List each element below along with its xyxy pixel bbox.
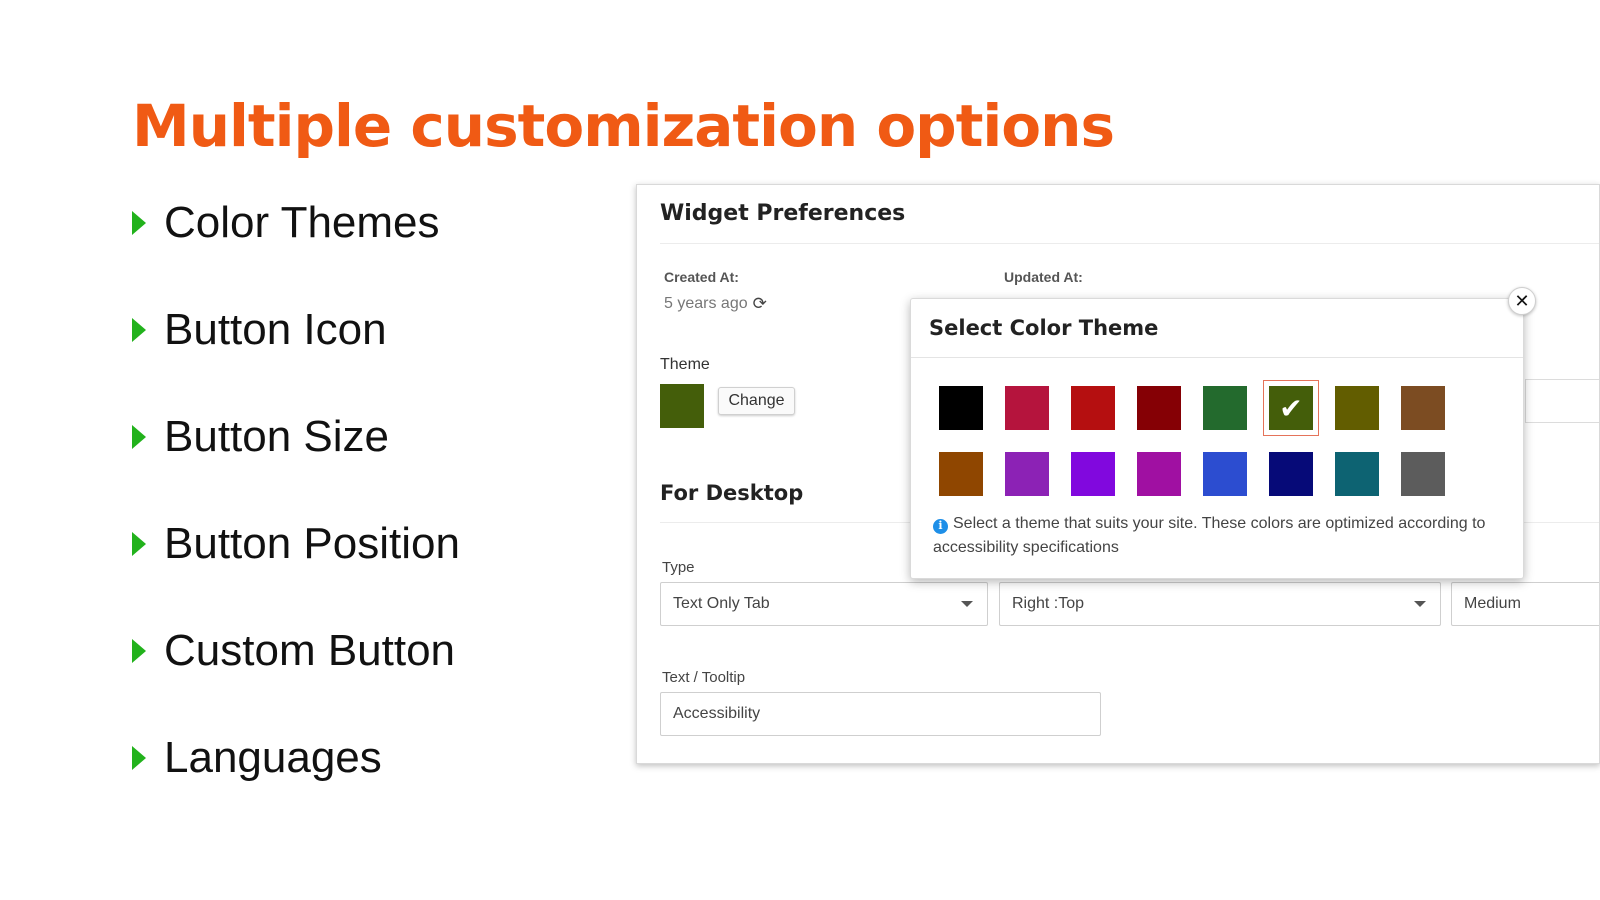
color-swatch[interactable] bbox=[1203, 452, 1247, 496]
feature-list: Color Themes Button Icon Button Size But… bbox=[132, 193, 460, 835]
info-icon: i bbox=[933, 518, 948, 534]
color-swatch[interactable] bbox=[1335, 452, 1379, 496]
position-select-value: Right :Top bbox=[1012, 595, 1085, 612]
color-swatch[interactable] bbox=[1401, 452, 1445, 496]
refresh-icon[interactable]: ⟳ bbox=[753, 294, 767, 314]
triangle-bullet-icon bbox=[132, 318, 146, 342]
feature-item-languages: Languages bbox=[132, 728, 460, 788]
color-swatch[interactable] bbox=[1005, 386, 1049, 430]
caret-down-icon bbox=[961, 601, 973, 607]
feature-item-button-icon: Button Icon bbox=[132, 300, 460, 360]
color-theme-modal: Select Color Theme ✔ i Select a theme tha… bbox=[910, 298, 1524, 579]
created-at-text: 5 years ago bbox=[664, 295, 748, 312]
color-swatch[interactable] bbox=[1269, 452, 1313, 496]
color-swatch[interactable] bbox=[1005, 452, 1049, 496]
feature-label: Button Size bbox=[164, 412, 390, 461]
type-label: Type bbox=[662, 559, 695, 576]
page-headline: Multiple customization options bbox=[132, 92, 1115, 160]
type-select-value: Text Only Tab bbox=[673, 595, 770, 612]
created-at-label: Created At: bbox=[664, 269, 739, 285]
tooltip-input[interactable] bbox=[660, 692, 1101, 736]
created-at-value: 5 years ago ⟳ bbox=[664, 294, 767, 314]
panel-title: Widget Preferences bbox=[660, 201, 906, 226]
triangle-bullet-icon bbox=[132, 425, 146, 449]
feature-item-button-size: Button Size bbox=[132, 407, 460, 467]
color-swatch[interactable] bbox=[1137, 452, 1181, 496]
size-select-value: Medium bbox=[1464, 595, 1521, 612]
triangle-bullet-icon bbox=[132, 532, 146, 556]
feature-label: Button Position bbox=[164, 519, 460, 568]
partial-field bbox=[1525, 379, 1599, 423]
close-icon[interactable]: ✕ bbox=[1508, 287, 1536, 315]
color-swatch[interactable] bbox=[1071, 386, 1115, 430]
theme-label: Theme bbox=[660, 356, 710, 373]
color-swatch[interactable] bbox=[1203, 386, 1247, 430]
triangle-bullet-icon bbox=[132, 746, 146, 770]
size-select[interactable]: Medium bbox=[1451, 582, 1599, 626]
updated-at-label: Updated At: bbox=[1004, 269, 1083, 285]
divider bbox=[911, 357, 1523, 358]
position-select[interactable]: Right :Top bbox=[999, 582, 1441, 626]
checkmark-icon: ✔ bbox=[1279, 391, 1303, 425]
color-grid: ✔ bbox=[939, 380, 1445, 496]
feature-label: Custom Button bbox=[164, 626, 456, 675]
feature-item-color-themes: Color Themes bbox=[132, 193, 460, 253]
color-swatch[interactable] bbox=[1137, 386, 1181, 430]
color-swatch[interactable] bbox=[939, 386, 983, 430]
triangle-bullet-icon bbox=[132, 639, 146, 663]
feature-item-button-position: Button Position bbox=[132, 514, 460, 574]
color-swatch[interactable] bbox=[1335, 386, 1379, 430]
change-theme-button[interactable]: Change bbox=[718, 387, 795, 415]
feature-label: Languages bbox=[164, 733, 382, 782]
tooltip-label: Text / Tooltip bbox=[662, 669, 746, 686]
section-title-desktop: For Desktop bbox=[660, 481, 804, 505]
color-swatch[interactable]: ✔ bbox=[1263, 380, 1319, 436]
feature-item-custom-button: Custom Button bbox=[132, 621, 460, 681]
color-swatch[interactable] bbox=[1401, 386, 1445, 430]
triangle-bullet-icon bbox=[132, 211, 146, 235]
divider bbox=[660, 243, 1599, 244]
feature-label: Button Icon bbox=[164, 305, 387, 354]
current-theme-swatch bbox=[660, 384, 704, 428]
caret-down-icon bbox=[1414, 601, 1426, 607]
accessibility-note: i Select a theme that suits your site. Th… bbox=[933, 512, 1493, 560]
modal-title: Select Color Theme bbox=[929, 316, 1159, 340]
color-swatch[interactable] bbox=[1071, 452, 1115, 496]
color-swatch[interactable] bbox=[939, 452, 983, 496]
type-select[interactable]: Text Only Tab bbox=[660, 582, 988, 626]
feature-label: Color Themes bbox=[164, 198, 440, 247]
note-text: Select a theme that suits your site. The… bbox=[933, 515, 1486, 556]
